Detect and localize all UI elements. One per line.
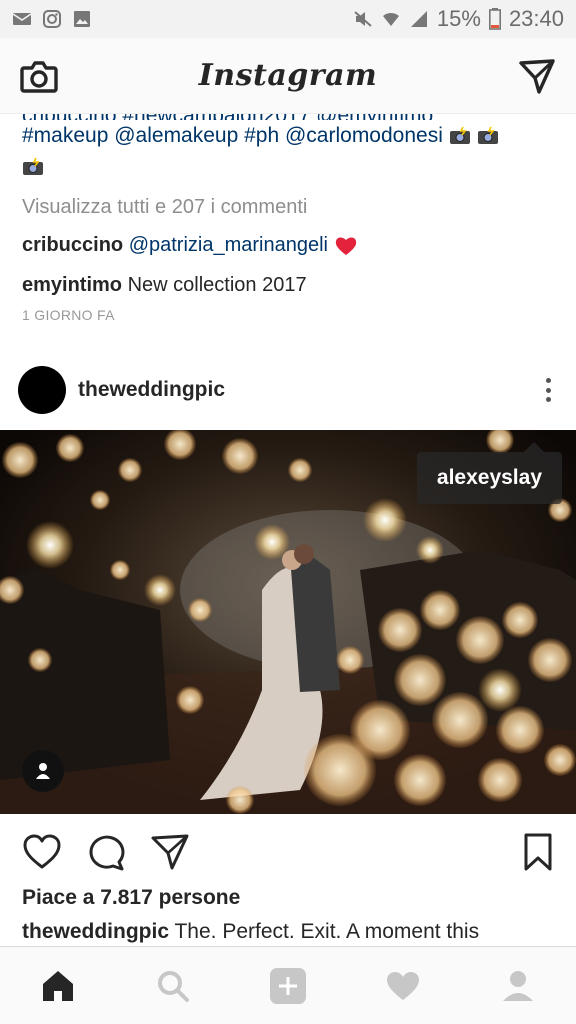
camera-icon[interactable]	[20, 58, 58, 94]
search-icon	[157, 970, 189, 1002]
avatar[interactable]	[18, 366, 66, 414]
post-actions	[0, 824, 576, 880]
gallery-icon	[74, 11, 90, 27]
comment: emyintimo New collection 2017	[0, 271, 576, 299]
nav-activity[interactable]	[381, 964, 425, 1008]
wifi-icon	[382, 12, 399, 26]
comment: cribuccino @patrizia_marinangeli	[0, 231, 576, 259]
caption-username[interactable]: theweddingpic	[22, 920, 169, 943]
direct-message-icon[interactable]	[518, 58, 556, 94]
camera-flash-emoji-icon	[23, 158, 43, 176]
status-bar: 15% 23:40	[0, 0, 576, 38]
feed: cribuccino #newcampaign2017 @emyintimo #…	[0, 112, 576, 323]
nav-search[interactable]	[151, 964, 195, 1008]
person-icon	[36, 763, 50, 779]
signal-icon	[410, 11, 427, 27]
previous-post-caption: cribuccino #newcampaign2017 @emyintimo #…	[0, 112, 576, 182]
post-username[interactable]: theweddingpic	[78, 378, 225, 402]
nav-home[interactable]	[36, 964, 80, 1008]
battery-icon	[488, 8, 501, 30]
caption-tags[interactable]: #makeup @alemakeup #ph @carlomodonesi	[22, 124, 443, 147]
nav-profile[interactable]	[496, 964, 540, 1008]
instagram-logo: Instagram	[198, 58, 378, 93]
post-photo[interactable]: alexeyslay	[0, 430, 576, 814]
tagged-people-button[interactable]	[22, 750, 64, 792]
activity-heart-icon	[387, 971, 420, 1000]
post-timestamp: 1 GIORNO FA	[22, 307, 115, 323]
share-send-icon[interactable]	[150, 832, 190, 872]
camera-flash-emoji-icon	[477, 127, 498, 145]
comment-mention[interactable]: @patrizia_marinangeli	[129, 234, 328, 256]
instagram-icon	[43, 10, 61, 28]
mail-icon	[12, 13, 32, 25]
caption-text: The. Perfect. Exit. A moment this	[174, 920, 480, 943]
battery-percent: 15%	[436, 6, 481, 31]
bottom-navigation	[0, 946, 576, 1024]
nav-add-post[interactable]	[266, 964, 310, 1008]
photo-user-tag[interactable]: alexeyslay	[416, 442, 562, 504]
bookmark-icon[interactable]	[522, 832, 554, 872]
mute-icon	[354, 11, 372, 27]
post-caption: theweddingpic The. Perfect. Exit. A mome…	[22, 920, 562, 944]
comment-text: New collection 2017	[127, 274, 307, 296]
post-header: theweddingpic	[0, 358, 576, 422]
top-app-bar: Instagram	[0, 38, 576, 114]
home-icon	[42, 970, 73, 1001]
comment-username[interactable]: cribuccino	[22, 234, 123, 256]
profile-icon	[503, 970, 534, 1001]
comment-bubble-icon[interactable]	[86, 832, 126, 872]
like-heart-icon[interactable]	[22, 832, 62, 872]
likes-count[interactable]: Piace a 7.817 persone	[22, 886, 240, 910]
add-post-icon	[269, 967, 306, 1004]
red-heart-emoji-icon	[335, 237, 356, 255]
more-options-icon[interactable]	[538, 374, 558, 406]
comment-username[interactable]: emyintimo	[22, 274, 122, 296]
view-all-comments-link[interactable]: Visualizza tutti e 207 i commenti	[0, 196, 576, 219]
camera-flash-emoji-icon	[449, 127, 470, 145]
clock: 23:40	[508, 6, 564, 31]
